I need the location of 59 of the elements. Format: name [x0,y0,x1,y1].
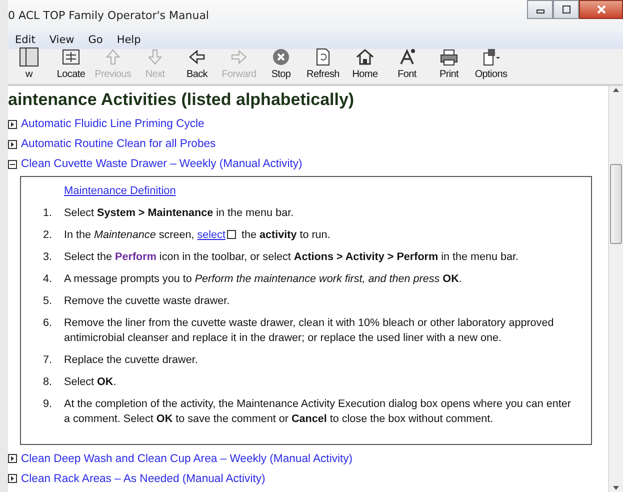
toolbar-button[interactable]: Back [176,47,218,84]
toolbar-button[interactable]: Home [344,47,386,84]
menu-item[interactable]: Go [81,32,110,48]
collapse-icon[interactable] [8,160,17,168]
step-number: 2. [42,228,53,242]
up-arrow-icon [103,47,123,67]
topic-link[interactable]: Automatic Routine Clean for all Probes [21,136,216,152]
close-button[interactable] [579,0,623,19]
step-number: 7. [42,352,53,368]
step-number: 8. [42,374,53,390]
right-arrow-icon [229,47,249,67]
page-heading: aintenance Activities (listed alphabetically) [8,89,356,111]
topic-link[interactable]: Clean Cuvette Waste Drawer – Weekly (Manual Activity) [21,156,302,172]
step-text: Replace the cuvette drawer. [64,352,199,368]
printer-icon [439,47,459,67]
step-text: Select System > Maintenance in the menu bar. [64,206,295,220]
step-number: 3. [42,250,53,264]
up-arrow-icon [612,86,620,94]
toolbar-button[interactable]: Stop [260,47,302,84]
home-icon [355,47,375,67]
toolbar-button[interactable]: Options [470,47,512,84]
toolbar-button[interactable]: Print [428,47,470,84]
topic-link[interactable]: Clean Deep Wash and Clean Cup Area – Weekly (Manual Activity) [21,450,353,466]
step-number: 1. [42,206,53,220]
stop-icon [271,47,291,67]
step-number: 9. [42,396,53,412]
topic-link[interactable]: Clean Rack Areas – As Needed (Manual Activity) [21,470,266,486]
step-text: Remove the cuvette waste drawer. [64,294,231,308]
step-text: Select the Perform icon in the toolbar, or select Actions > Activity > Perform in the menu bar. [64,250,520,264]
step-text: Select OK. [64,374,118,390]
maximize-icon [560,4,572,15]
left-arrow-icon [187,47,207,67]
minimize-button[interactable] [527,0,553,19]
down-arrow-icon [612,484,620,492]
down-arrow-icon [145,47,165,67]
panel-icon [19,47,39,67]
step-number: 6. [42,316,53,330]
menu-item[interactable]: Edit [8,32,42,48]
step-number: 4. [42,272,53,286]
step-text: In the Maintenance screen, select the activity to run. [64,228,332,242]
maximize-button[interactable] [553,0,579,19]
step-text: Remove the liner from the cuvette waste drawer, clean it with 10% bleach or other laboratory approved antimicrobial cleanser and replace it in the drawer; or replace the used liner with a new one. [64,316,555,346]
step-number: 5. [42,294,53,308]
topic-link[interactable]: Automatic Fluidic Line Priming Cycle [21,116,204,132]
toolbar-button[interactable]: Refresh [302,47,344,84]
menu-item[interactable]: Help [110,32,148,48]
close-icon [596,4,606,15]
select-link[interactable]: select [197,228,226,240]
toolbar-button[interactable]: Locate [50,47,92,84]
menu-item[interactable]: View [42,32,82,48]
window-title: 0 ACL TOP Family Operator's Manual [8,8,209,24]
scroll-thumb[interactable] [610,164,622,244]
scrollbar[interactable] [608,86,623,492]
options-icon [481,47,501,67]
definition-link[interactable]: Maintenance Definition [64,183,176,200]
toolbar-button[interactable]: w [8,47,50,84]
step-text: At the completion of the activity, the Maintenance Activity Execution dialog box opens where you can enter a comment. Select OK to save the comment or Cancel to close the box without comment. [64,396,572,426]
toolbar-button[interactable]: Font [386,47,428,84]
step-text: A message prompts you to Perform the maintenance work first, and then press OK. [64,272,463,286]
